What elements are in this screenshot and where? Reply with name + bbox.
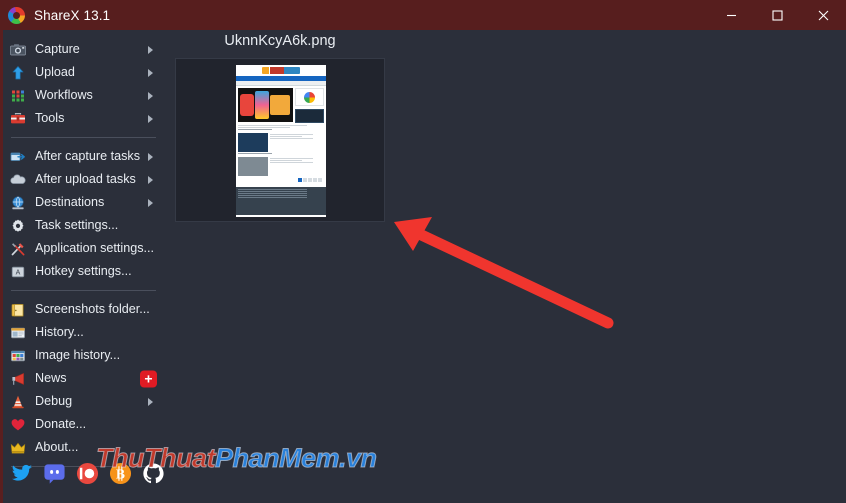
sidebar-item-label: Capture [35,42,80,57]
sharex-window: ShareX 13.1 Capture Upload Workflows Too… [0,0,846,503]
cloud-icon [10,172,26,188]
history-icon [10,325,26,341]
folder-icon [10,302,26,318]
sidebar-item-application-settings[interactable]: Application settings... [3,237,170,260]
sidebar-item-label: Tools [35,111,65,126]
sidebar-item-screenshots-folder[interactable]: Screenshots folder... [3,298,170,321]
camera-icon [10,42,26,58]
thumb-article-1 [238,133,324,152]
discord-icon[interactable] [43,462,66,485]
sidebar-menu: Capture Upload Workflows Tools After cap… [0,30,170,503]
watermark: ThuThuatPhanMem.vn [96,443,378,474]
gear-icon [10,218,26,234]
thumb-body [236,86,326,184]
sidebar-item-label: News [35,371,67,386]
maximize-button[interactable] [754,0,800,30]
chevron-right-icon [148,45,153,54]
sidebar-item-label: Application settings... [35,241,155,256]
thumb-sidebar-cards [295,88,324,123]
menu-separator [11,290,156,291]
sidebar-item-tools[interactable]: Tools [3,107,170,130]
sidebar-item-workflows[interactable]: Workflows [3,84,170,107]
sidebar-item-label: Donate... [35,417,87,432]
thumb-hero-image [238,88,293,122]
window-controls [708,0,846,30]
megaphone-icon [10,371,26,387]
thumbnail-panel[interactable] [175,58,385,222]
sidebar-item-destinations[interactable]: Destinations [3,191,170,214]
watermark-part-2: PhanMem.vn [214,443,377,474]
menu-separator [11,137,156,138]
chevron-right-icon [148,114,153,123]
sidebar-item-upload[interactable]: Upload [3,61,170,84]
sidebar-item-label: Workflows [35,88,93,103]
sidebar-item-task-settings[interactable]: Task settings... [3,214,170,237]
sidebar-item-donate[interactable]: Donate... [3,413,170,436]
chevron-right-icon [148,91,153,100]
close-button[interactable] [800,0,846,30]
sidebar-item-after-upload-tasks[interactable]: After upload tasks [3,168,170,191]
twitter-icon[interactable] [10,462,33,485]
sidebar-item-label: Screenshots folder... [35,302,150,317]
thumb-chrome-logo-icon [304,91,315,103]
grid-icon [10,88,26,104]
chevron-right-icon [148,68,153,77]
thumb-site-logo-icon [262,67,300,74]
chevron-right-icon [148,175,153,184]
sidebar-item-label: After capture tasks [35,149,140,164]
sidebar-item-label: Upload [35,65,75,80]
annotation-arrow [394,217,614,329]
thumb-site-header [236,65,326,76]
sidebar-item-label: Debug [35,394,73,409]
traffic-cone-icon [10,394,26,410]
sidebar-item-debug[interactable]: Debug [3,390,170,413]
sharex-logo-icon [8,6,25,24]
sidebar-item-label: Destinations [35,195,105,210]
window-title: ShareX 13.1 [34,7,111,23]
chevron-right-icon [148,397,153,406]
sidebar-item-capture[interactable]: Capture [3,38,170,61]
svg-text:A: A [16,269,21,276]
sidebar-item-label: After upload tasks [35,172,136,187]
chevron-right-icon [148,152,153,161]
sidebar-item-image-history[interactable]: Image history... [3,344,170,367]
thumb-footer [236,187,326,215]
sidebar-item-hotkey-settings[interactable]: A Hotkey settings... [3,260,170,283]
globe-icon [10,195,26,211]
minimize-button[interactable] [708,0,754,30]
file-name-label: UknnKcyA6k.png [224,33,336,49]
sidebar-item-after-capture-tasks[interactable]: After capture tasks [3,145,170,168]
watermark-part-1: ThuThuat [96,443,216,474]
sidebar-item-label: History... [35,325,84,340]
thumb-pagination [238,176,324,182]
chevron-right-icon [148,198,153,207]
screenshot-thumbnail[interactable] [236,65,326,217]
sidebar-item-label: Hotkey settings... [35,264,132,279]
tools-cross-icon [10,241,26,257]
after-capture-icon [10,149,26,165]
image-history-icon [10,348,26,364]
thumb-article-2 [238,157,324,176]
upload-arrow-icon [10,65,26,81]
news-badge[interactable]: + [140,370,157,387]
title-bar: ShareX 13.1 [0,0,846,30]
sidebar-item-label: Task settings... [35,218,119,233]
sidebar-item-label: About... [35,440,79,455]
sidebar-item-news[interactable]: News + [3,367,170,390]
keyboard-key-icon: A [10,264,26,280]
sidebar-item-history[interactable]: History... [3,321,170,344]
crown-icon [10,440,26,456]
sidebar-item-label: Image history... [35,348,121,363]
heart-icon [10,417,26,433]
toolbox-icon [10,111,26,127]
